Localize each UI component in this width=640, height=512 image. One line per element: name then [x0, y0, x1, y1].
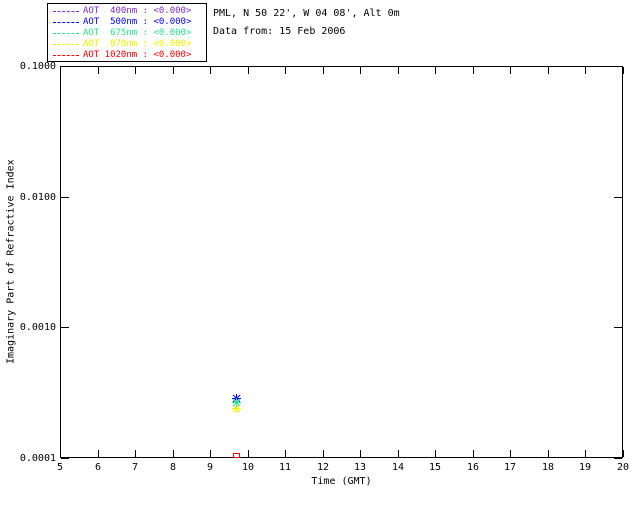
y-tick: [614, 197, 622, 198]
x-tick: [210, 67, 211, 74]
x-tick-label: 9: [198, 462, 222, 473]
x-tick-label: 15: [423, 462, 447, 473]
x-tick-label: 7: [123, 462, 147, 473]
x-tick-label: 14: [386, 462, 410, 473]
x-tick: [623, 67, 624, 74]
y-tick: [614, 327, 622, 328]
y-tick-label: 0.0001: [2, 453, 56, 464]
x-tick: [98, 67, 99, 74]
x-tick: [473, 450, 474, 457]
x-tick: [248, 450, 249, 457]
x-tick: [435, 67, 436, 74]
y-tick-label: 0.0010: [2, 322, 56, 333]
y-tick: [61, 197, 69, 198]
x-tick: [210, 450, 211, 457]
y-tick-label: 0.0100: [2, 192, 56, 203]
y-tick: [61, 327, 69, 328]
plot-window: AOT 400nm : <0.000>AOT 500nm : <0.000>AO…: [0, 0, 640, 512]
legend-box: AOT 400nm : <0.000>AOT 500nm : <0.000>AO…: [47, 3, 207, 62]
x-tick: [285, 450, 286, 457]
x-tick-label: 8: [161, 462, 185, 473]
x-tick: [323, 450, 324, 457]
legend-entry-label: AOT 870nm : <0.000>: [83, 39, 191, 50]
x-tick: [623, 450, 624, 457]
x-tick-label: 17: [498, 462, 522, 473]
y-tick: [61, 458, 69, 459]
x-tick: [98, 450, 99, 457]
legend-row: AOT 870nm : <0.000>: [53, 39, 206, 50]
x-axis-title: Time (GMT): [60, 476, 623, 487]
x-tick: [435, 450, 436, 457]
x-tick-label: 20: [611, 462, 635, 473]
legend-entry-label: AOT 1020nm : <0.000>: [83, 50, 191, 61]
x-tick: [585, 67, 586, 74]
x-tick: [473, 67, 474, 74]
legend-dash-line: [53, 11, 79, 12]
x-tick: [585, 450, 586, 457]
y-tick: [614, 458, 622, 459]
legend-dash-line: [53, 22, 79, 23]
x-tick-label: 10: [236, 462, 260, 473]
legend-dash-line: [53, 55, 79, 56]
x-tick: [548, 450, 549, 457]
x-tick-label: 16: [461, 462, 485, 473]
legend-row: AOT 1020nm : <0.000>: [53, 50, 206, 61]
x-tick: [285, 67, 286, 74]
x-tick-label: 11: [273, 462, 297, 473]
data-point-marker: [233, 453, 240, 458]
x-tick: [398, 450, 399, 457]
x-tick: [173, 450, 174, 457]
x-tick: [510, 450, 511, 457]
date-info: Data from: 15 Feb 2006: [213, 23, 400, 41]
x-tick: [510, 67, 511, 74]
x-tick-label: 13: [348, 462, 372, 473]
x-tick: [60, 67, 61, 74]
x-tick-label: 6: [86, 462, 110, 473]
x-tick: [135, 450, 136, 457]
station-info: PML, N 50 22', W 04 08', Alt 0m: [213, 5, 400, 23]
legend-entry-label: AOT 675nm : <0.000>: [83, 28, 191, 39]
data-point-marker: [232, 392, 241, 401]
legend-dash-line: [53, 44, 79, 45]
x-tick: [360, 67, 361, 74]
plot-header: PML, N 50 22', W 04 08', Alt 0m Data fro…: [213, 5, 400, 41]
x-tick: [173, 67, 174, 74]
x-tick: [323, 67, 324, 74]
x-tick: [360, 450, 361, 457]
y-axis-title: Imaginary Part of Refractive Index: [4, 66, 18, 458]
legend-dash-line: [53, 33, 79, 34]
legend-row: AOT 400nm : <0.000>: [53, 6, 206, 17]
x-tick: [135, 67, 136, 74]
y-tick: [614, 66, 622, 67]
x-tick: [248, 67, 249, 74]
y-tick: [61, 66, 69, 67]
legend-row: AOT 500nm : <0.000>: [53, 17, 206, 28]
legend-row: AOT 675nm : <0.000>: [53, 28, 206, 39]
x-tick: [548, 67, 549, 74]
x-tick: [398, 67, 399, 74]
legend-entry-label: AOT 400nm : <0.000>: [83, 6, 191, 17]
x-tick-label: 12: [311, 462, 335, 473]
legend-entry-label: AOT 500nm : <0.000>: [83, 17, 191, 28]
x-tick: [60, 450, 61, 457]
x-tick-label: 18: [536, 462, 560, 473]
y-tick-label: 0.1000: [2, 61, 56, 72]
x-tick-label: 19: [573, 462, 597, 473]
plot-area: [60, 66, 623, 458]
